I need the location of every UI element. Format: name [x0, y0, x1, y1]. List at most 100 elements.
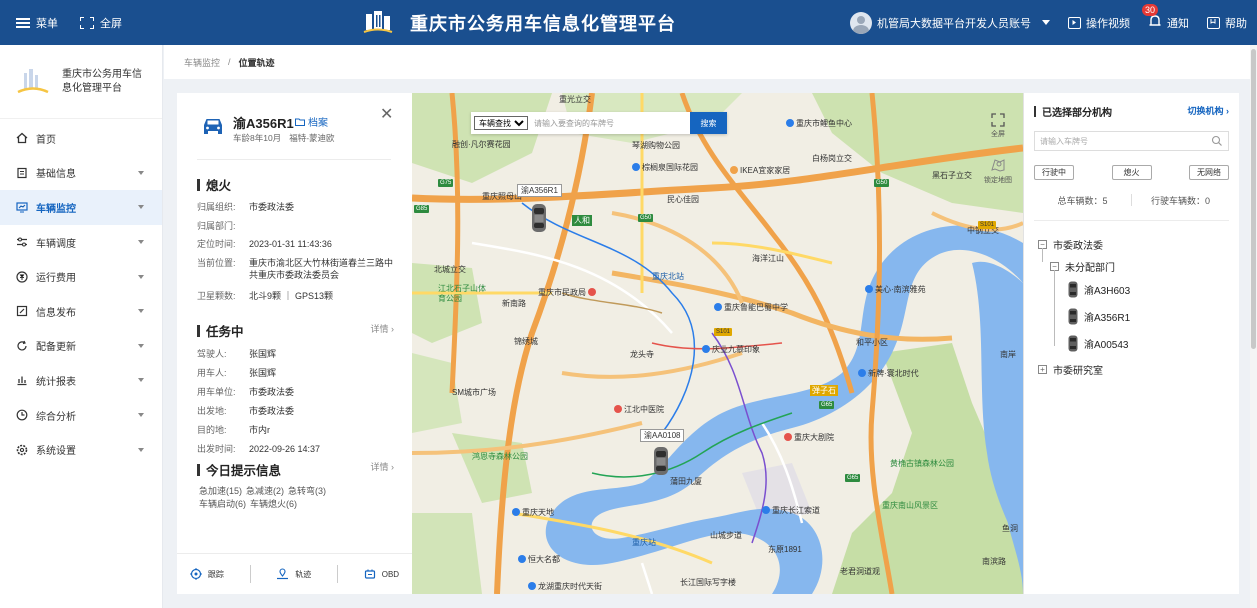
map-fullscreen-button[interactable]: 全屏: [984, 113, 1012, 139]
tree-node-label: 未分配部门: [1065, 263, 1115, 274]
archive-link[interactable]: 档案: [295, 114, 328, 129]
map-poi: 恒大名都: [518, 554, 560, 565]
tree-node-root[interactable]: + 市委研究室: [1038, 362, 1103, 377]
bell-icon: 30: [1142, 4, 1162, 31]
sidebar-item-vehicle-monitor[interactable]: 车辆监控: [0, 190, 162, 225]
status-filters: 行驶中 熄火 无网络: [1034, 165, 1229, 180]
expand-icon[interactable]: +: [1038, 365, 1047, 374]
tree-node-dept[interactable]: − 未分配部门: [1050, 259, 1115, 274]
sidebar-item-basic-info[interactable]: 基础信息: [0, 156, 162, 191]
filter-off-button[interactable]: 熄火: [1111, 165, 1152, 180]
operation-video-label: 操作视频: [1086, 17, 1130, 30]
detail-label: 详情: [370, 324, 389, 334]
tree-node-label: 市委政法委: [1053, 241, 1103, 252]
sidebar-item-running-cost[interactable]: 运行费用: [0, 259, 162, 294]
switch-org-label: 切换机构: [1187, 106, 1224, 116]
tips-detail-link[interactable]: 详情 ›: [370, 460, 394, 473]
task-departure-time: 出发时间: 2022-09-26 14:37: [197, 443, 397, 455]
sidebar-item-home[interactable]: 首页: [0, 121, 162, 156]
scrollbar-thumb[interactable]: [1251, 49, 1256, 349]
org-panel: 已选择部分机构 切换机构 › 行驶中 熄火 无网络 总车辆数：5 行驶车辆数：0…: [1023, 93, 1239, 594]
vehicle-marker-car-icon[interactable]: [530, 203, 548, 233]
map-label: 长江国际写字楼: [680, 578, 736, 587]
obd-device-icon: [364, 569, 375, 579]
sidebar-item-label: 车辆监控: [36, 203, 76, 215]
notice-button[interactable]: 30 通知: [1142, 4, 1189, 31]
map-poi: 重庆大剧院: [784, 432, 834, 443]
map-label: 和平小区: [856, 338, 888, 347]
sidebar-item-label: 系统设置: [36, 446, 76, 458]
tip-item: 车辆熄火(6): [250, 499, 297, 509]
sidebar-item-statistics[interactable]: 统计报表: [0, 363, 162, 398]
track-button[interactable]: 跟踪: [189, 568, 224, 580]
vehicle-marker-car-icon[interactable]: [652, 446, 670, 476]
tree-node-vehicle[interactable]: 渝A356R1: [1068, 308, 1130, 325]
switch-org-button[interactable]: 切换机构 ›: [1187, 104, 1229, 117]
fullscreen-button[interactable]: 全屏: [80, 15, 122, 31]
field-org: 归属组织: 市委政法委: [197, 201, 397, 213]
close-panel-button[interactable]: ✕: [380, 107, 393, 123]
fullscreen-label: 全屏: [100, 17, 122, 30]
map-poi: 新牌·寰北时代: [858, 368, 919, 379]
chevron-down-icon: [138, 343, 144, 348]
field-key: 用车人:: [197, 368, 227, 378]
tree-node-vehicle[interactable]: 渝A00543: [1068, 335, 1128, 352]
sidebar-item-system-settings[interactable]: 系统设置: [0, 432, 162, 467]
archive-label: 档案: [308, 118, 328, 129]
tree-node-vehicle[interactable]: 渝A3H603: [1068, 281, 1130, 298]
search-icon[interactable]: [1211, 135, 1223, 147]
obd-label: OBD: [381, 569, 400, 579]
map-label: 北城立交: [434, 265, 466, 274]
map-label: 重庆大剧院: [794, 433, 834, 442]
operation-video-button[interactable]: 操作视频: [1068, 15, 1130, 31]
lock-map-button[interactable]: 锁定地图: [984, 157, 1012, 185]
platform-title-text: 重庆市公务用车信息化管理平台: [410, 13, 676, 34]
search-type-select[interactable]: 车辆查找: [474, 116, 528, 130]
menu-icon: [16, 17, 30, 28]
plate-filter-input[interactable]: [1035, 136, 1211, 146]
car-icon: [1068, 308, 1078, 325]
panel-actions: 跟踪 轨迹 OBD: [177, 553, 412, 594]
help-button[interactable]: 帮助: [1207, 15, 1247, 31]
breadcrumb: 车辆监控 / 位置轨迹: [164, 45, 1257, 79]
field-key: 归属组织:: [197, 202, 236, 212]
filter-driving-button[interactable]: 行驶中: [1034, 165, 1074, 180]
breadcrumb-parent[interactable]: 车辆监控: [184, 56, 220, 69]
sidebar-item-label: 首页: [36, 134, 56, 146]
field-value: 市委政法委: [249, 406, 295, 416]
trajectory-button[interactable]: 轨迹: [276, 568, 311, 580]
sidebar-item-analysis[interactable]: 综合分析: [0, 398, 162, 433]
map-lock-icon: [991, 159, 1005, 172]
map-label: 新南路: [502, 299, 526, 308]
road-shield: S101: [714, 328, 733, 336]
map-label: 重庆天地: [522, 508, 554, 517]
menu-toggle-button[interactable]: 菜单: [16, 15, 58, 31]
map-label: 重庆市鲤鱼中心: [796, 119, 852, 128]
map-label: 庆业九慕印象: [712, 345, 760, 354]
tree-node-root[interactable]: − 市委政法委: [1038, 237, 1103, 252]
map-search-button[interactable]: 搜索: [690, 112, 727, 134]
sidebar-item-label: 运行费用: [36, 273, 76, 285]
tree-node-label: 渝A00543: [1084, 340, 1129, 351]
field-key: 出发地:: [197, 406, 227, 416]
top-bar-left: 菜单 全屏: [16, 0, 122, 45]
task-title: 任务中: [197, 321, 244, 340]
sidebar-item-equipment-update[interactable]: 配备更新: [0, 329, 162, 364]
filter-no-network-button[interactable]: 无网络: [1189, 165, 1229, 180]
vehicle-subinfo: 车龄8年10月 福特-蒙迪欧: [233, 132, 335, 144]
map-view[interactable]: 重光立交 重庆市鲤鱼中心 融创·凡尔赛花园 琴湖购物公园 棕榈泉国际花园 IKE…: [412, 93, 1023, 594]
plate-search-input[interactable]: [528, 118, 690, 128]
field-key: 目的地:: [197, 425, 227, 435]
sidebar-item-vehicle-dispatch[interactable]: 车辆调度: [0, 225, 162, 260]
field-key: 用车单位:: [197, 387, 236, 397]
tree-node-label: 市委研究室: [1053, 366, 1103, 377]
map-label: 重庆长江索道: [772, 506, 820, 515]
task-title-text: 任务中: [206, 325, 244, 339]
field-value: 张国辉: [249, 368, 277, 378]
user-menu[interactable]: 机管局大数据平台开发人员账号: [850, 11, 1050, 34]
page-scrollbar[interactable]: [1250, 45, 1257, 608]
obd-button[interactable]: OBD: [364, 568, 399, 580]
sidebar-item-info-publish[interactable]: 信息发布: [0, 294, 162, 329]
map-label: 重庆北站: [652, 272, 684, 281]
task-detail-link[interactable]: 详情 ›: [370, 322, 394, 335]
